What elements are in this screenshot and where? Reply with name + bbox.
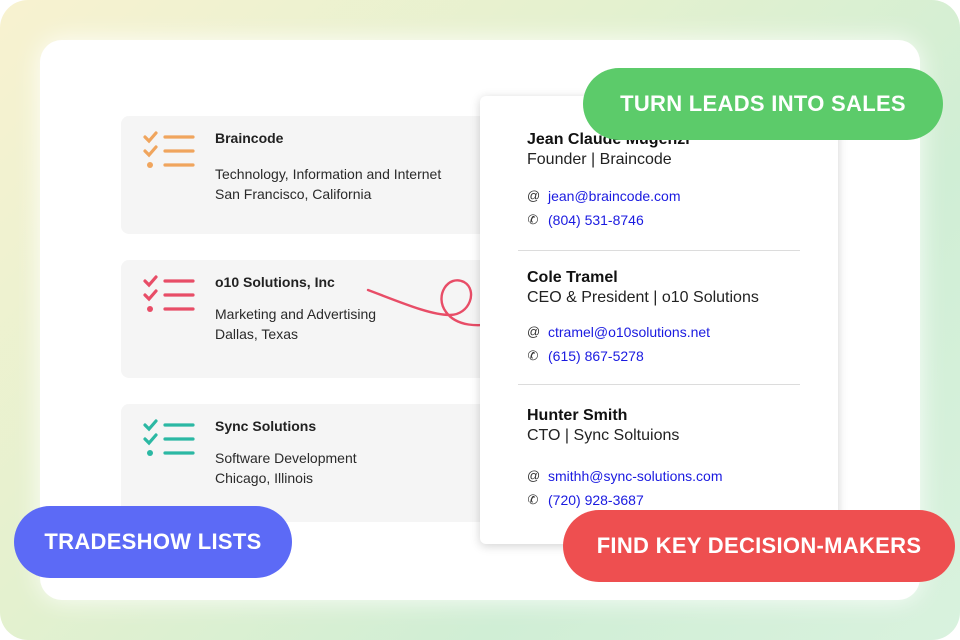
checklist-icon xyxy=(143,131,195,168)
contacts-card: Jean Claude Mugenzi Founder | Braincode … xyxy=(480,96,838,544)
contact-title: CTO | Sync Soltuions xyxy=(527,427,680,444)
contact-email-link[interactable]: @ ctramel@o10solutions.net xyxy=(527,323,710,341)
phone-icon: ✆ xyxy=(527,492,539,507)
contact-entry: Cole Tramel CEO & President | o10 Soluti… xyxy=(527,268,807,364)
contact-email-link[interactable]: @ jean@braincode.com xyxy=(527,187,681,205)
find-decision-makers-banner: FIND KEY DECISION-MAKERS xyxy=(563,510,955,582)
phone-icon: ✆ xyxy=(527,212,539,227)
contact-phone[interactable]: (615) 867-5278 xyxy=(548,347,644,365)
contact-phone[interactable]: (720) 928-3687 xyxy=(548,491,644,509)
contact-name: Cole Tramel xyxy=(527,269,618,286)
contact-phone[interactable]: (804) 531-8746 xyxy=(548,211,644,229)
divider xyxy=(518,250,800,251)
company-name: Sync Solutions xyxy=(215,418,317,434)
company-name: Braincode xyxy=(215,130,284,146)
contact-name: Hunter Smith xyxy=(527,407,628,424)
company-location: Dallas, Texas xyxy=(215,326,299,342)
company-industry: Software Development xyxy=(215,450,357,466)
at-icon: @ xyxy=(527,468,541,483)
company-location: San Francisco, California xyxy=(215,186,372,202)
company-industry: Marketing and Advertising xyxy=(215,306,377,322)
contact-phone-link[interactable]: ✆ (804) 531-8746 xyxy=(527,211,644,229)
company-name: o10 Solutions, Inc xyxy=(215,274,335,290)
contact-email[interactable]: smithh@sync-solutions.com xyxy=(548,467,723,485)
contact-title: CEO & President | o10 Solutions xyxy=(527,289,759,306)
at-icon: @ xyxy=(527,188,541,203)
contact-entry: Hunter Smith CTO | Sync Soltuions @ smit… xyxy=(527,406,807,508)
contact-email-link[interactable]: @ smithh@sync-solutions.com xyxy=(527,467,723,485)
tradeshow-lists-banner: TRADESHOW LISTS xyxy=(14,506,292,578)
phone-icon: ✆ xyxy=(527,348,539,363)
contact-email[interactable]: ctramel@o10solutions.net xyxy=(548,323,710,341)
company-card-braincode[interactable]: Braincode Technology, Information and In… xyxy=(121,116,503,234)
company-location: Chicago, Illinois xyxy=(215,470,314,486)
checklist-icon xyxy=(143,419,195,456)
contact-phone-link[interactable]: ✆ (720) 928-3687 xyxy=(527,491,644,509)
checklist-icon xyxy=(143,275,195,312)
company-card-sync-solutions[interactable]: Sync Solutions Software Development Chic… xyxy=(121,404,503,522)
company-industry: Technology, Information and Internet xyxy=(215,166,442,182)
contact-email[interactable]: jean@braincode.com xyxy=(548,187,681,205)
divider xyxy=(518,384,800,385)
at-icon: @ xyxy=(527,324,541,339)
contact-title: Founder | Braincode xyxy=(527,151,672,168)
contact-phone-link[interactable]: ✆ (615) 867-5278 xyxy=(527,347,644,365)
turn-leads-banner: TURN LEADS INTO SALES xyxy=(583,68,943,140)
